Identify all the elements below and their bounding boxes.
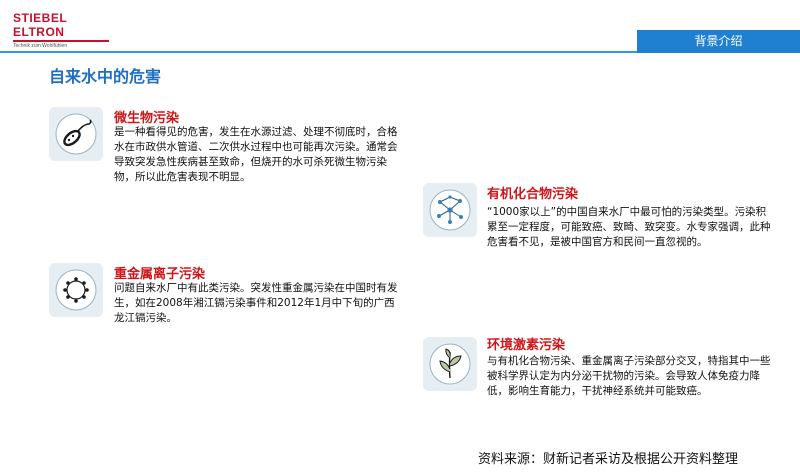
brand-tagline: Technik zum Wohlfühlen xyxy=(13,43,68,49)
section-tab: 背景介绍 xyxy=(637,30,800,53)
brand-underline xyxy=(13,40,109,42)
metal-ion-icon xyxy=(49,263,103,317)
brand-logo: STIEBEL ELTRON Technik zum Wohlfühlen xyxy=(13,11,109,49)
item-heading: 有机化合物污染 xyxy=(487,187,579,202)
item-body: 与有机化合物污染、重金属离子污染部分交叉，特指其中一些被科学界认定为内分泌干扰物… xyxy=(487,355,771,397)
brand-name: STIEBEL ELTRON xyxy=(13,11,67,39)
molecule-network-icon xyxy=(423,183,477,237)
page-title: 自来水中的危害 xyxy=(49,67,162,86)
source-note: 资料来源：财新记者采访及根据公开资料整理 xyxy=(478,452,739,467)
item-body: 问题自来水厂中有此类污染。突发性重金属污染在中国时有发生，如在2008年湘江镉污… xyxy=(114,282,398,324)
microbe-icon xyxy=(49,107,103,161)
item-heading: 微生物污染 xyxy=(114,111,180,126)
hormone-leaf-icon xyxy=(423,337,477,391)
item-heading: 重金属离子污染 xyxy=(114,267,206,282)
item-heading: 环境激素污染 xyxy=(487,338,566,353)
slide: STIEBEL ELTRON Technik zum Wohlfühlen 背景… xyxy=(0,0,800,473)
item-body: 是一种看得见的危害，发生在水源过滤、处理不彻底时，合格水在市政供水管道、二次供水… xyxy=(114,126,398,183)
item-body: “1000家以上”的中国自来水厂中最可怕的污染类型。污染积累至一定程度，可能致癌… xyxy=(487,206,771,248)
